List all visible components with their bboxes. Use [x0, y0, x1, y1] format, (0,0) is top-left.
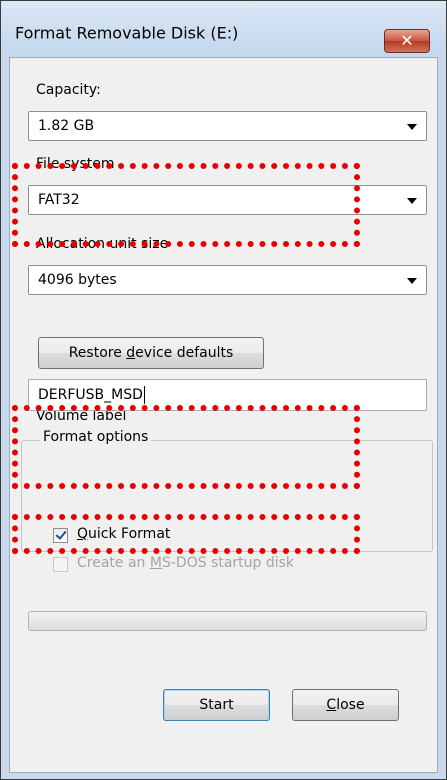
capacity-value: 1.82 GB — [38, 118, 95, 134]
close-label-rest: lose — [336, 697, 365, 713]
allocation-unit-dropdown[interactable]: 4096 bytes — [28, 265, 427, 295]
capacity-label: Capacity: — [36, 82, 101, 98]
msdos-label-rest: S-DOS startup disk — [161, 555, 295, 571]
quick-format-highlight — [12, 514, 360, 554]
title-bar[interactable]: Format Removable Disk (E:) ✕ — [1, 1, 446, 53]
close-button[interactable]: Close — [292, 689, 399, 721]
restore-label-part: Restore — [68, 345, 127, 361]
restore-label-accelerator: d — [126, 345, 136, 361]
msdos-label-part: Create an — [77, 555, 150, 571]
chevron-down-icon — [407, 198, 417, 204]
close-icon: ✕ — [400, 31, 414, 50]
chevron-down-icon — [407, 278, 417, 284]
msdos-startup-checkbox — [53, 557, 68, 572]
window-title: Format Removable Disk (E:) — [15, 23, 239, 43]
volume-label-value: DERFUSB_MSD — [38, 386, 145, 404]
capacity-dropdown[interactable]: 1.82 GB — [28, 111, 427, 141]
file-system-highlight — [12, 163, 360, 247]
format-progress-bar — [28, 611, 427, 631]
chevron-down-icon — [407, 124, 417, 130]
msdos-startup-label: Create an MS-DOS startup disk — [77, 555, 294, 571]
restore-label-rest: evice defaults — [135, 345, 234, 361]
volume-label-text: DERFUSB_MSD — [38, 387, 143, 403]
restore-defaults-button[interactable]: Restore device defaults — [38, 337, 264, 369]
close-accelerator: C — [326, 697, 337, 713]
allocation-unit-value: 4096 bytes — [38, 272, 117, 288]
msdos-label-accelerator: M — [149, 555, 162, 571]
text-caret — [143, 386, 145, 404]
start-button[interactable]: Start — [163, 689, 270, 721]
window-close-button[interactable]: ✕ — [384, 29, 430, 53]
volume-label-highlight — [12, 405, 360, 489]
